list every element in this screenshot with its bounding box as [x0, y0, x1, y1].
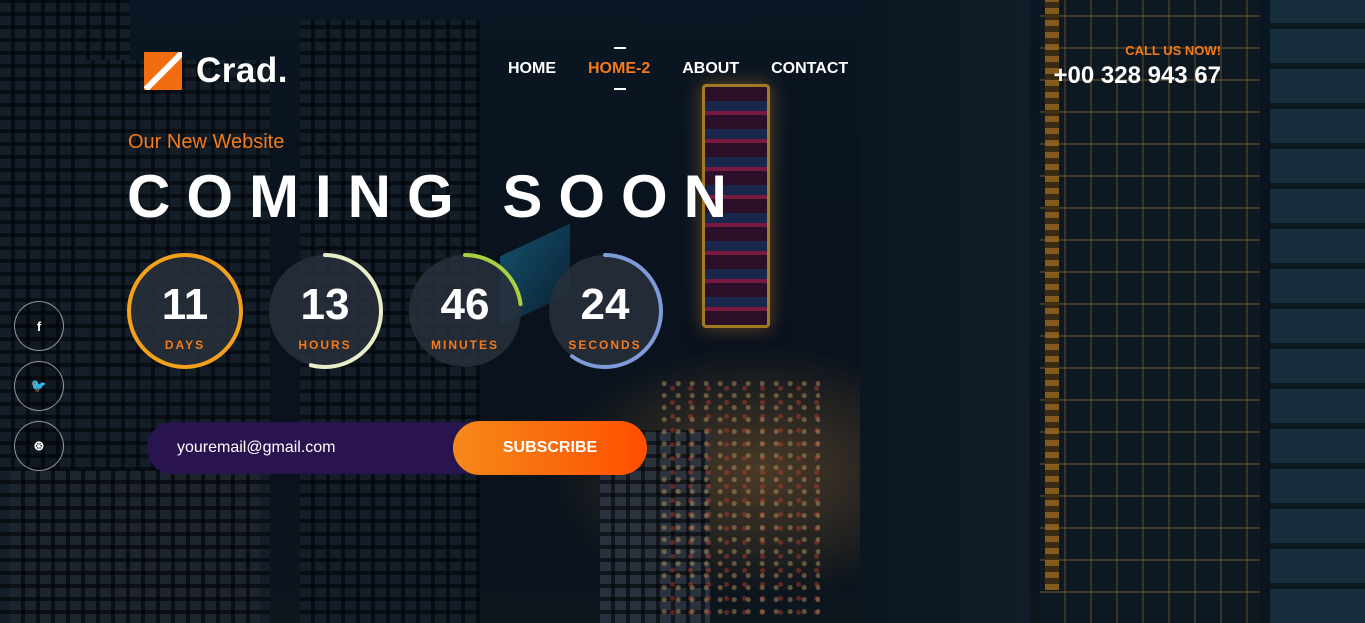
countdown: 11 DAYS 13 HOURS 46 MINUTES 24 SECONDS	[126, 252, 664, 370]
countdown-label: DAYS	[164, 338, 206, 352]
countdown-minutes: 46 MINUTES	[406, 252, 524, 370]
countdown-value: 11	[161, 280, 209, 329]
subscribe-button[interactable]: SUBSCRIBE	[453, 421, 647, 475]
dribbble-icon[interactable]: ⊛	[14, 421, 64, 471]
countdown-days: 11 DAYS	[126, 252, 244, 370]
countdown-value: 24	[580, 280, 630, 329]
logo[interactable]: Crad.	[144, 51, 288, 91]
countdown-label: HOURS	[298, 338, 352, 352]
twitter-icon[interactable]: 🐦	[14, 361, 64, 411]
phone-number[interactable]: +00 328 943 67	[1054, 62, 1222, 90]
call-us: CALL US NOW! +00 328 943 67	[1054, 43, 1222, 90]
logo-text: Crad.	[196, 51, 288, 90]
nav-item-about[interactable]: ABOUT	[682, 60, 739, 78]
countdown-seconds: 24 SECONDS	[546, 252, 664, 370]
countdown-hours: 13 HOURS	[266, 252, 384, 370]
hero-headline: COMING SOON	[127, 163, 744, 230]
nav-item-home[interactable]: HOME	[508, 60, 556, 78]
nav-item-home-2[interactable]: HOME-2	[588, 47, 650, 90]
countdown-label: MINUTES	[431, 338, 499, 352]
countdown-value: 46	[440, 280, 490, 329]
countdown-value: 13	[300, 280, 350, 329]
logo-mark-icon	[144, 52, 182, 90]
countdown-label: SECONDS	[568, 338, 642, 352]
hero-tagline: Our New Website	[128, 131, 285, 153]
nav-item-contact[interactable]: CONTACT	[771, 60, 848, 78]
email-input[interactable]	[147, 422, 487, 474]
main-nav: HOME HOME-2 ABOUT CONTACT	[508, 47, 848, 90]
subscribe-form: SUBSCRIBE	[147, 421, 647, 475]
social-links: f 🐦 ⊛	[14, 301, 64, 471]
facebook-icon[interactable]: f	[14, 301, 64, 351]
call-us-label: CALL US NOW!	[1125, 43, 1221, 58]
